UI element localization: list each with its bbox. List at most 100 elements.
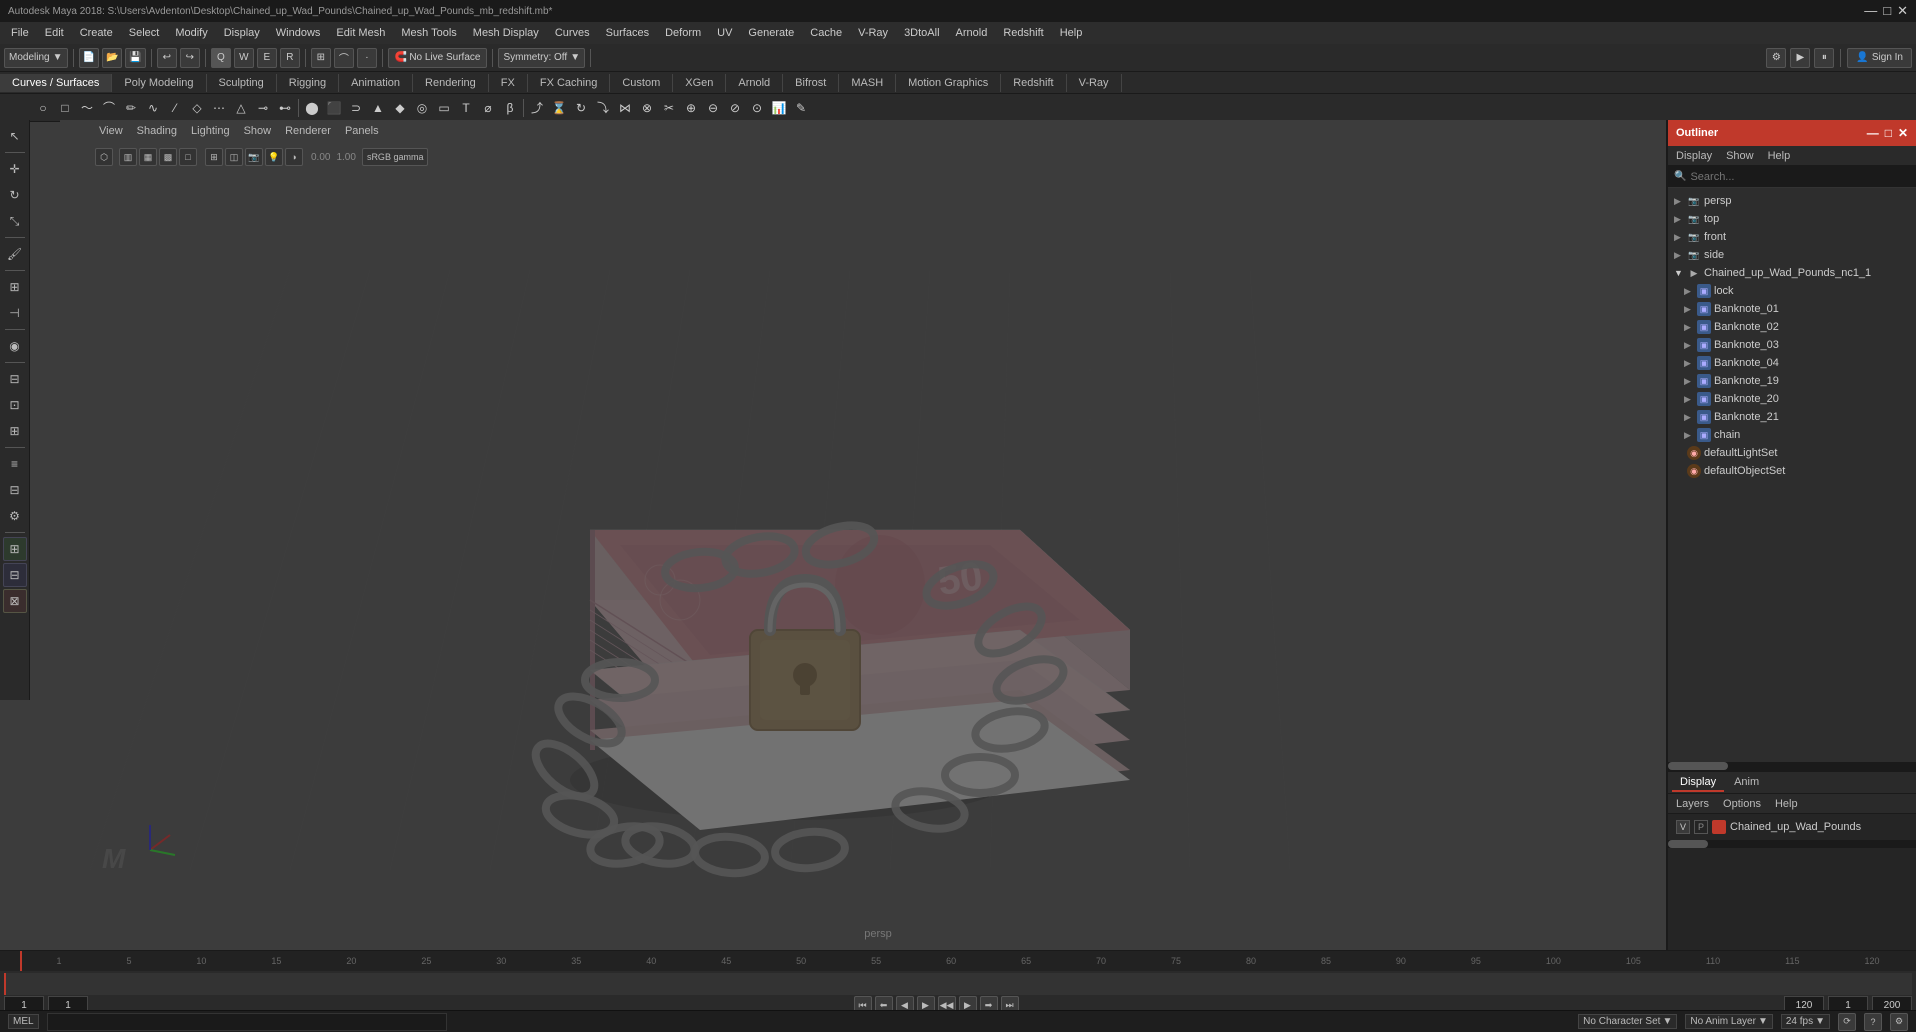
vp-light-btn[interactable]: 💡 <box>265 148 283 166</box>
tab-custom[interactable]: Custom <box>610 74 673 92</box>
open-scene-btn[interactable]: 📂 <box>102 48 122 68</box>
help-btn[interactable]: ? <box>1864 1013 1882 1031</box>
out-bottom-menu-layers[interactable]: Layers <box>1672 797 1713 811</box>
tool-circle-btn[interactable]: ○ <box>32 97 54 119</box>
tab-bifrost[interactable]: Bifrost <box>783 74 839 92</box>
menu-curves[interactable]: Curves <box>548 25 597 41</box>
anim-layer-selector[interactable]: No Anim Layer ▼ <box>1685 1014 1773 1029</box>
vp-bndbox-btn[interactable]: □ <box>179 148 197 166</box>
close-btn[interactable]: ✕ <box>1897 3 1908 19</box>
tool-nurbs-btn[interactable]: ⌀ <box>477 97 499 119</box>
mode-selector[interactable]: Modeling ▼ <box>4 48 68 68</box>
menu-file[interactable]: File <box>4 25 36 41</box>
tab-redshift[interactable]: Redshift <box>1001 74 1066 92</box>
save-scene-btn[interactable]: 💾 <box>125 48 145 68</box>
out-menu-help[interactable]: Help <box>1764 149 1795 163</box>
vp-shadow-btn[interactable]: ◑ <box>285 148 303 166</box>
tool-cv-btn[interactable]: ◇ <box>186 97 208 119</box>
tool-rev-btn[interactable]: ↻ <box>570 97 592 119</box>
vp-menu-panels[interactable]: Panels <box>341 124 383 138</box>
tree-item-lock[interactable]: ▶ ▣ lock <box>1668 282 1916 300</box>
outliner-close-btn[interactable]: ✕ <box>1898 126 1908 140</box>
render-settings-btn[interactable]: ⚙ <box>1766 48 1786 68</box>
frame-sel-btn[interactable]: ⊡ <box>3 393 27 417</box>
minimize-btn[interactable]: — <box>1864 3 1877 19</box>
tree-item-top[interactable]: ▶ 📷 top <box>1668 210 1916 228</box>
tool-cube-btn[interactable]: ⬛ <box>323 97 345 119</box>
move-tool-btn[interactable]: W <box>234 48 254 68</box>
mirror-btn[interactable]: ⊣ <box>3 301 27 325</box>
attr-editor-btn[interactable]: ⊟ <box>3 478 27 502</box>
tool-three-pt-btn[interactable]: ⊷ <box>274 97 296 119</box>
vp-menu-lighting[interactable]: Lighting <box>187 124 234 138</box>
vp-smooth-btn[interactable]: ▦ <box>139 148 157 166</box>
menu-modify[interactable]: Modify <box>168 25 214 41</box>
tool-curve-btn[interactable]: 〜 <box>76 97 98 119</box>
scene-canvas[interactable]: 50 <box>90 170 1666 950</box>
vp-menu-show[interactable]: Show <box>240 124 276 138</box>
vp-cam-btn[interactable]: 📷 <box>245 148 263 166</box>
tab-display[interactable]: Display <box>1672 774 1724 792</box>
menu-uv[interactable]: UV <box>710 25 739 41</box>
tool-proj-btn[interactable]: ⊖ <box>702 97 724 119</box>
menu-create[interactable]: Create <box>73 25 120 41</box>
tool-settings-btn[interactable]: ⚙ <box>3 504 27 528</box>
outliner-bottom-scrollbar[interactable] <box>1668 840 1916 848</box>
tab-rendering[interactable]: Rendering <box>413 74 489 92</box>
vp-menu-shading[interactable]: Shading <box>133 124 181 138</box>
outliner-minimize-btn[interactable]: — <box>1867 126 1879 140</box>
frame-all-btn[interactable]: ⊟ <box>3 367 27 391</box>
tree-item-banknote20[interactable]: ▶ ▣ Banknote_20 <box>1668 390 1916 408</box>
tab-mash[interactable]: MASH <box>839 74 896 92</box>
menu-select[interactable]: Select <box>122 25 167 41</box>
snap-to-curve-btn[interactable]: ⌒ <box>334 48 354 68</box>
out-menu-display[interactable]: Display <box>1672 149 1716 163</box>
tool-cone-btn[interactable]: ▲ <box>367 97 389 119</box>
outliner-bottom-scrollbar-thumb[interactable] <box>1668 840 1708 848</box>
tree-item-banknote02[interactable]: ▶ ▣ Banknote_02 <box>1668 318 1916 336</box>
render-btn[interactable]: ▶ <box>1790 48 1810 68</box>
menu-edit-mesh[interactable]: Edit Mesh <box>329 25 392 41</box>
menu-deform[interactable]: Deform <box>658 25 708 41</box>
tab-animation[interactable]: Animation <box>339 74 413 92</box>
tab-anim[interactable]: Anim <box>1726 774 1767 792</box>
viewport[interactable]: View Shading Lighting Show Renderer Pane… <box>60 120 1666 950</box>
tool-torus-btn[interactable]: ◎ <box>411 97 433 119</box>
rotate-tool-btn[interactable]: E <box>257 48 277 68</box>
script-language-selector[interactable]: MEL <box>8 1014 39 1029</box>
tab-motion-graphics[interactable]: Motion Graphics <box>896 74 1001 92</box>
tree-item-banknote21[interactable]: ▶ ▣ Banknote_21 <box>1668 408 1916 426</box>
vp-wireframe-btn[interactable]: ▥ <box>119 148 137 166</box>
select-tool-btn[interactable]: Q <box>211 48 231 68</box>
tab-xgen[interactable]: XGen <box>673 74 726 92</box>
outliner-window-controls[interactable]: — □ ✕ <box>1867 126 1908 140</box>
tool-two-pt-btn[interactable]: ⊸ <box>252 97 274 119</box>
menu-mesh-display[interactable]: Mesh Display <box>466 25 546 41</box>
anim-layer-btn[interactable]: ⊠ <box>3 589 27 613</box>
layer-row-chained[interactable]: V P Chained_up_Wad_Pounds <box>1672 818 1912 836</box>
tree-item-side[interactable]: ▶ 📷 side <box>1668 246 1916 264</box>
menu-windows[interactable]: Windows <box>269 25 328 41</box>
tool-edit2-btn[interactable]: ✎ <box>790 97 812 119</box>
character-set-selector[interactable]: No Character Set ▼ <box>1578 1014 1677 1029</box>
menu-redshift[interactable]: Redshift <box>996 25 1050 41</box>
frame-attr-btn[interactable]: ⊞ <box>3 419 27 443</box>
live-surface-btn[interactable]: 🧲 No Live Surface <box>388 48 488 68</box>
soft-sel-btn[interactable]: ◉ <box>3 334 27 358</box>
vp-shading-btn[interactable]: ⬡ <box>95 148 113 166</box>
menu-cache[interactable]: Cache <box>803 25 849 41</box>
outliner-scrollbar-thumb[interactable] <box>1668 762 1728 770</box>
ipr-btn[interactable]: ⏸ <box>1814 48 1834 68</box>
tree-item-banknote04[interactable]: ▶ ▣ Banknote_04 <box>1668 354 1916 372</box>
tool-cyl-btn[interactable]: ⊃ <box>345 97 367 119</box>
sign-in-btn[interactable]: 👤 Sign In <box>1847 48 1912 68</box>
scale-tool-btn[interactable]: R <box>280 48 300 68</box>
tab-rigging[interactable]: Rigging <box>277 74 339 92</box>
out-bottom-menu-help[interactable]: Help <box>1771 797 1802 811</box>
tab-sculpting[interactable]: Sculpting <box>207 74 277 92</box>
tool-bevel2-btn[interactable]: ⊘ <box>724 97 746 119</box>
menu-arnold[interactable]: Arnold <box>949 25 995 41</box>
maximize-btn[interactable]: □ <box>1883 3 1891 19</box>
snap-to-point-btn[interactable]: · <box>357 48 377 68</box>
outliner-horizontal-scrollbar[interactable] <box>1668 762 1916 770</box>
